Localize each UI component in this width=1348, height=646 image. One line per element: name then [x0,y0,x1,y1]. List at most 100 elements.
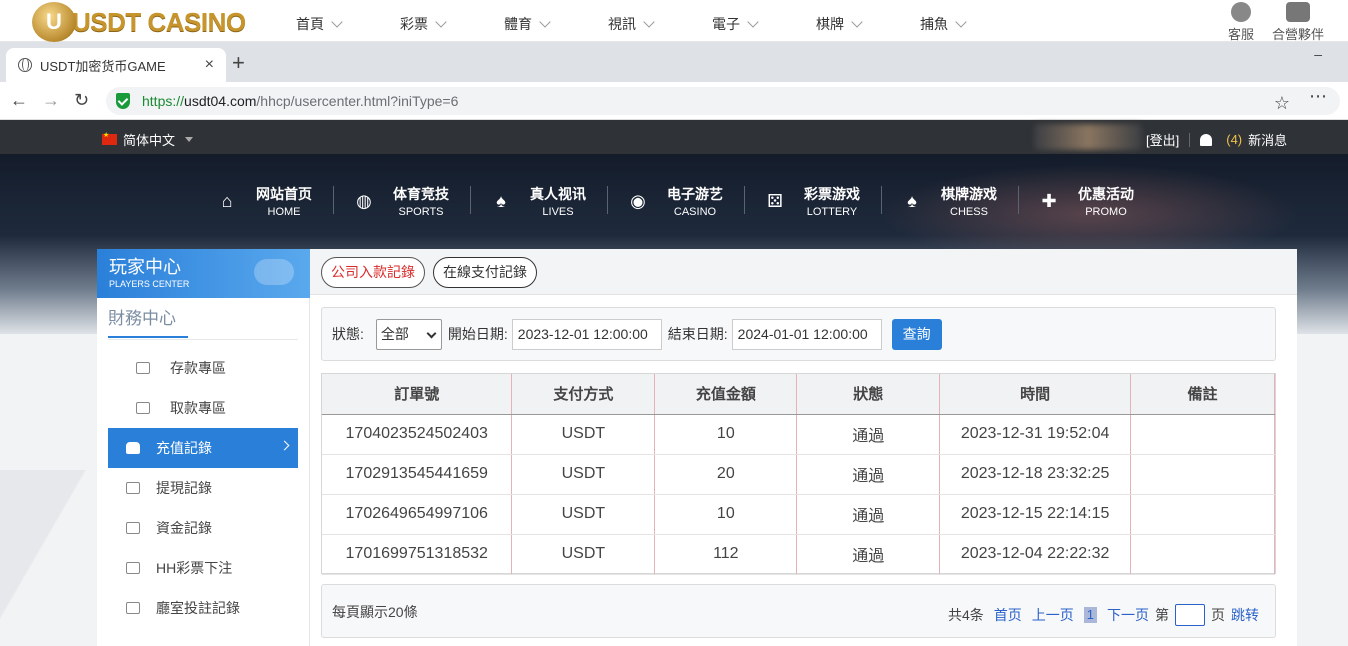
cell-payment-method: USDT [511,494,656,535]
finance-center-section: 財務中心 [108,308,298,340]
sidebar-menu: 存款專區 取款專區 充值記錄 提現記錄 資金記錄 HH彩票下注 廳室投註記錄 [97,348,309,628]
new-messages-link[interactable]: 新消息 [1248,130,1287,149]
message-count[interactable]: (4) [1226,132,1242,147]
sidebar-item-lottery-bet[interactable]: HH彩票下注 [108,548,298,588]
recharge-table: 訂單號 支付方式 充值金額 狀態 時間 備註 1704023524502403 … [321,373,1276,575]
start-date-value: 2023-12-01 12:00:00 [517,326,648,342]
tab-company-deposit[interactable]: 公司入款記錄 [321,257,425,288]
main-nav-casino[interactable]: ◉ 电子游艺 CASINO [607,184,758,218]
cell-order-no: 1704023524502403 [322,414,513,455]
sidebar-item-label: 廳室投註記錄 [156,600,240,616]
main-nav-cn: 电子游艺 [667,186,723,202]
withdraw-icon [136,402,150,414]
shield-icon [116,93,130,109]
cell-payment-method: USDT [511,534,656,575]
home-icon: ⌂ [221,190,233,211]
main-nav-home[interactable]: ⌂ 网站首页 HOME [210,184,347,218]
site-nav-lottery[interactable]: 彩票 [400,14,504,34]
back-icon[interactable]: ← [10,90,28,111]
site-nav-fishing[interactable]: 捕魚 [920,14,1024,34]
cell-note [1130,454,1275,495]
first-page-link[interactable]: 首页 [994,605,1022,625]
cell-time: 2023-12-15 22:14:15 [939,494,1132,535]
logout-link[interactable]: [登出] [1146,130,1179,149]
main-nav: ⌂ 网站首页 HOME ◍ 体育竞技 SPORTS ♠ 真人视讯 LIVES ◉ 电子… [210,184,1169,218]
main-nav-sports[interactable]: ◍ 体育竞技 SPORTS [333,184,484,218]
bookmark-star-icon[interactable]: ☆ [1274,93,1290,114]
main-nav-en: PROMO [1085,206,1127,218]
cell-status: 通過 [796,534,941,575]
tab-close-icon[interactable]: × [205,56,214,74]
end-date-input[interactable]: 2024-01-01 12:00:00 [731,318,882,350]
deposit-icon [136,362,150,374]
site-nav-chess[interactable]: 棋牌 [816,14,920,34]
chevron-down-icon [435,16,447,28]
cell-note [1130,414,1275,455]
site-nav-home[interactable]: 首頁 [296,14,400,34]
filter-bar: 狀態: 全部 開始日期: 2023-12-01 12:00:00 結束日期: 2… [321,307,1276,361]
blurred-username [1034,124,1142,150]
end-date-label: 結束日期: [667,326,728,342]
sidebar-item-withdraw-record[interactable]: 提現記錄 [108,468,298,508]
site-nav-video[interactable]: 視訊 [608,14,712,34]
nav-label: 視訊 [608,16,636,32]
partners-label: 合營夥伴 [1271,27,1324,42]
query-button[interactable]: 查詢 [891,318,942,350]
main-nav-chess[interactable]: ♠ 棋牌游戏 CHESS [881,184,1032,218]
sidebar: 玩家中心 PLAYERS CENTER 財務中心 存款專區 取款專區 充值記錄 [97,249,310,646]
jump-link[interactable]: 跳转 [1231,605,1259,625]
main-nav-cn: 彩票游戏 [804,186,860,202]
col-payment-method: 支付方式 [511,374,656,415]
cell-time: 2023-12-18 23:32:25 [939,454,1132,495]
sidebar-item-withdraw[interactable]: 取款專區 [108,388,298,428]
new-tab-icon[interactable]: + [232,52,245,74]
site-nav-sports[interactable]: 體育 [504,14,608,34]
site-nav-electronic[interactable]: 電子 [712,14,816,34]
table-row: 1702913545441659 USDT 20 通過 2023-12-18 2… [322,454,1275,495]
url-input[interactable]: https://usdt04.com/hhcp/usercenter.html?… [106,87,1340,115]
browser-tab[interactable]: USDT加密货币GAME × [6,48,226,82]
cell-amount: 20 [654,454,798,495]
main-nav-cn: 优惠活动 [1078,186,1134,202]
main-nav-en: LIVES [542,206,574,218]
sidebar-item-recharge-record[interactable]: 充值記錄 [108,428,298,468]
spade-icon: ♠ [907,190,917,211]
logo-text: USDT CASINO [72,6,246,37]
total-count: 共4条 [947,607,984,623]
main-nav-promo[interactable]: ✚ 优惠活动 PROMO [1018,184,1169,218]
end-date-value: 2024-01-01 12:00:00 [737,326,868,342]
cell-order-no: 1701699751318532 [322,534,513,575]
prev-page-link[interactable]: 上一页 [1032,605,1074,625]
nav-label: 首頁 [296,16,324,32]
header-right-links: 客服 合營夥伴 [1228,2,1324,43]
partners-link[interactable]: 合營夥伴 [1272,2,1324,43]
customer-service-link[interactable]: 客服 [1228,2,1254,43]
start-date-input[interactable]: 2023-12-01 12:00:00 [511,318,662,350]
forward-icon[interactable]: → [42,90,60,111]
tab-online-payment[interactable]: 在線支付記錄 [433,257,537,288]
url-host: usdt04.com [184,93,257,109]
language-selector[interactable]: 简体中文 [102,130,194,149]
col-amount: 充值金額 [654,374,798,415]
sidebar-item-hall-bet[interactable]: 廳室投註記錄 [108,588,298,628]
chevron-down-icon [955,16,967,28]
cell-status: 通過 [796,494,941,535]
page-number-input[interactable] [1175,604,1205,626]
reload-icon[interactable]: ↻ [74,90,89,111]
main-nav-lottery[interactable]: ⚄ 彩票游戏 LOTTERY [744,184,895,218]
sidebar-item-funds-record[interactable]: 資金記錄 [108,508,298,548]
next-page-link[interactable]: 下一页 [1107,605,1149,625]
main-nav-lives[interactable]: ♠ 真人视讯 LIVES [470,184,621,218]
caret-down-icon [185,137,194,142]
chevron-down-icon [539,16,551,28]
window-minimize-icon[interactable]: – [1314,46,1322,62]
main-nav-cn: 棋牌游戏 [941,186,997,202]
site-logo[interactable]: U USDT CASINO [32,2,246,42]
current-page[interactable]: 1 [1083,607,1097,623]
dice-icon: ⚄ [767,190,783,211]
more-menu-icon[interactable]: ⋯ [1309,86,1328,107]
status-select[interactable]: 全部 [375,318,442,350]
bell-icon[interactable] [1200,133,1213,146]
sidebar-item-deposit[interactable]: 存款專區 [108,348,298,388]
cell-time: 2023-12-04 22:22:32 [939,534,1132,575]
